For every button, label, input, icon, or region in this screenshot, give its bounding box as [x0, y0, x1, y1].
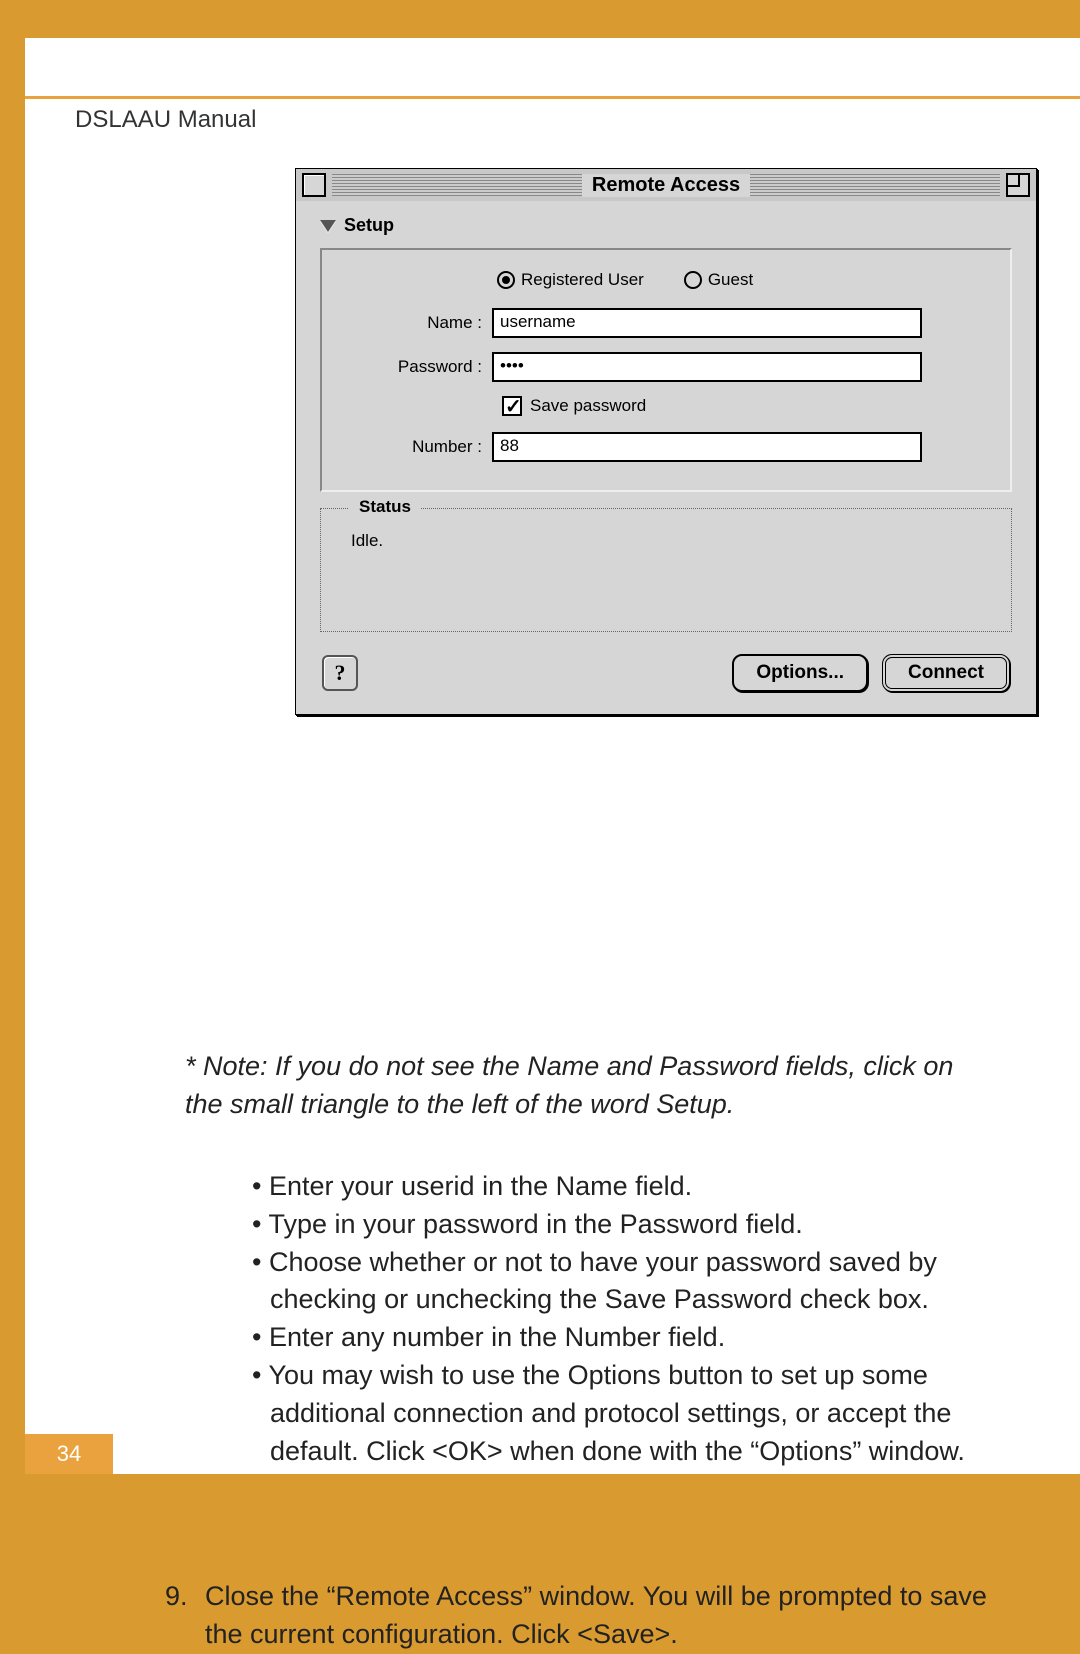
- setup-panel: Registered User Guest Name : username Pa…: [320, 248, 1012, 492]
- name-field[interactable]: username: [492, 308, 922, 338]
- list-item: Type in your password in the Password fi…: [270, 1206, 995, 1244]
- setup-label: Setup: [344, 215, 394, 236]
- status-group: Status Idle.: [320, 508, 1012, 632]
- titlebar-stripes: [750, 174, 1000, 196]
- divider-line: [25, 96, 1080, 99]
- list-item: Choose whether or not to have your passw…: [270, 1244, 995, 1320]
- list-item: You may wish to use the Options button t…: [270, 1357, 995, 1470]
- radio-label: Registered User: [521, 270, 644, 290]
- step-number: 9.: [165, 1578, 205, 1654]
- radio-unchecked-icon: [684, 271, 702, 289]
- triangle-down-icon: [320, 220, 336, 232]
- step-9: 9. Close the “Remote Access” window. You…: [165, 1578, 995, 1654]
- page: DSLAAU Manual Remote Access Setup: [25, 38, 1080, 1474]
- page-number: 34: [25, 1434, 113, 1474]
- close-box-icon[interactable]: [302, 173, 326, 197]
- number-label: Number :: [342, 437, 492, 457]
- list-item: Enter your userid in the Name field.: [270, 1168, 995, 1206]
- titlebar: Remote Access: [296, 169, 1036, 201]
- status-legend: Status: [349, 497, 421, 517]
- number-field[interactable]: 88: [492, 432, 922, 462]
- setup-disclosure[interactable]: Setup: [310, 211, 1022, 248]
- checkbox-checked-icon: [502, 396, 522, 416]
- window-title: Remote Access: [582, 174, 750, 197]
- list-item: Enter any number in the Number field.: [270, 1319, 995, 1357]
- note-text: * Note: If you do not see the Name and P…: [185, 1048, 995, 1124]
- password-field[interactable]: ••••: [492, 352, 922, 382]
- radio-guest[interactable]: Guest: [684, 270, 753, 290]
- help-icon[interactable]: ?: [322, 655, 358, 691]
- instruction-list: Enter your userid in the Name field. Typ…: [240, 1168, 995, 1470]
- radio-label: Guest: [708, 270, 753, 290]
- name-label: Name :: [342, 313, 492, 333]
- save-password-checkbox[interactable]: Save password: [502, 396, 990, 416]
- status-text: Idle.: [351, 531, 991, 551]
- remote-access-window: Remote Access Setup Registered User: [295, 168, 1037, 715]
- connect-button[interactable]: Connect: [882, 654, 1010, 692]
- password-label: Password :: [342, 357, 492, 377]
- zoom-box-icon[interactable]: [1006, 173, 1030, 197]
- titlebar-stripes: [332, 174, 582, 196]
- checkbox-label: Save password: [530, 396, 646, 416]
- step-text: Close the “Remote Access” window. You wi…: [205, 1578, 995, 1654]
- options-button[interactable]: Options...: [732, 654, 868, 692]
- radio-registered-user[interactable]: Registered User: [497, 270, 644, 290]
- manual-title: DSLAAU Manual: [75, 106, 256, 134]
- radio-checked-icon: [497, 271, 515, 289]
